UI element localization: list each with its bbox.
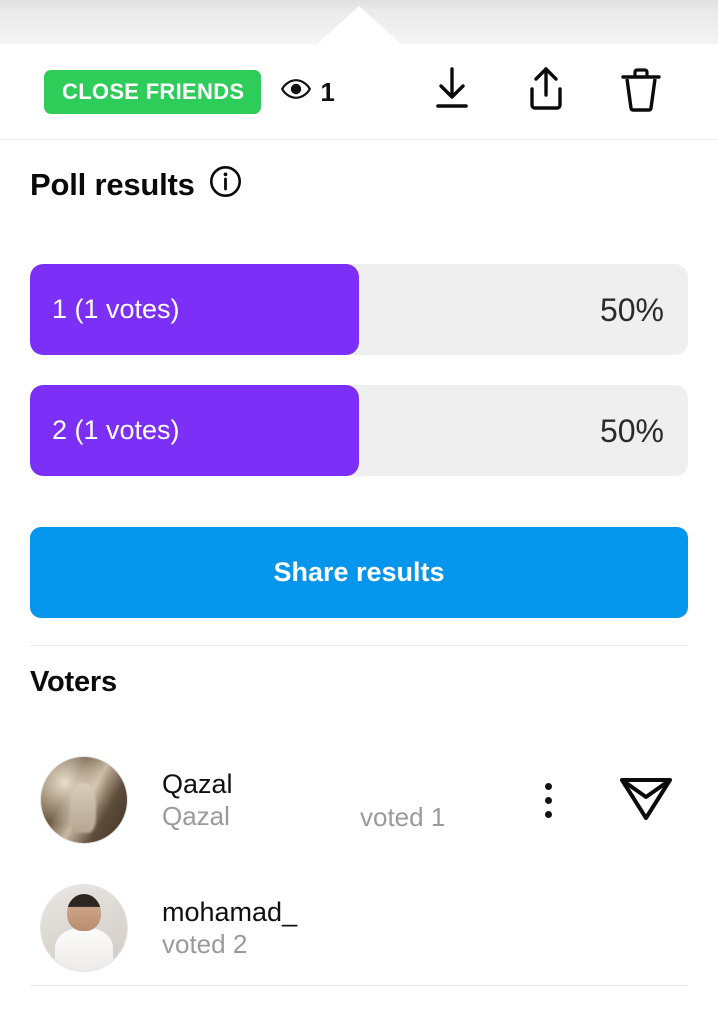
avatar[interactable]: [40, 884, 128, 972]
avatar[interactable]: [40, 756, 128, 844]
voter-meta: mohamad_ voted 2: [162, 896, 297, 961]
voter-actions: [537, 772, 688, 829]
poll-option-row[interactable]: 2 (1 votes) 50%: [30, 385, 688, 476]
voter-username: Qazal: [162, 800, 230, 831]
voters-section-title: Voters: [30, 666, 117, 698]
voter-choice: voted 1: [360, 802, 446, 832]
eye-icon: [281, 78, 312, 105]
delete-icon[interactable]: [618, 64, 664, 119]
info-icon[interactable]: [209, 165, 242, 203]
views-count: 1: [320, 76, 335, 107]
voter-name: Qazal: [162, 768, 233, 799]
poll-options-list: 1 (1 votes) 50% 2 (1 votes) 50%: [30, 264, 688, 506]
download-icon[interactable]: [430, 65, 474, 118]
poll-option-row[interactable]: 1 (1 votes) 50%: [30, 264, 688, 355]
poll-option-label: 1 (1 votes): [52, 294, 180, 324]
voter-choice: voted 2: [162, 928, 248, 959]
voter-row[interactable]: Qazal Qazal voted 1: [0, 736, 718, 864]
voters-list: Qazal Qazal voted 1 mohamad_ voted 2: [0, 736, 718, 992]
direct-message-icon[interactable]: [618, 772, 674, 829]
more-options-icon[interactable]: [537, 777, 560, 824]
poll-title-row: Poll results: [30, 165, 242, 203]
voter-row[interactable]: mohamad_ voted 2: [0, 864, 718, 992]
popup-caret-icon: [317, 6, 401, 44]
story-header-bar: CLOSE FRIENDS 1: [0, 44, 718, 140]
story-notch-strip: [0, 0, 718, 44]
poll-option-label: 2 (1 votes): [52, 415, 180, 445]
voter-meta: Qazal Qazal: [162, 768, 233, 833]
poll-option-percent: 50%: [599, 412, 664, 449]
divider-above-voters: [30, 645, 688, 646]
share-icon[interactable]: [524, 64, 568, 119]
header-actions: [430, 64, 688, 119]
share-results-button[interactable]: Share results: [30, 527, 688, 618]
voter-name: mohamad_: [162, 896, 298, 927]
page-title: Poll results: [30, 166, 195, 202]
story-views: 1: [281, 76, 335, 107]
poll-option-percent: 50%: [599, 291, 664, 328]
divider-below-voters: [30, 985, 688, 986]
close-friends-badge: CLOSE FRIENDS: [44, 69, 262, 114]
